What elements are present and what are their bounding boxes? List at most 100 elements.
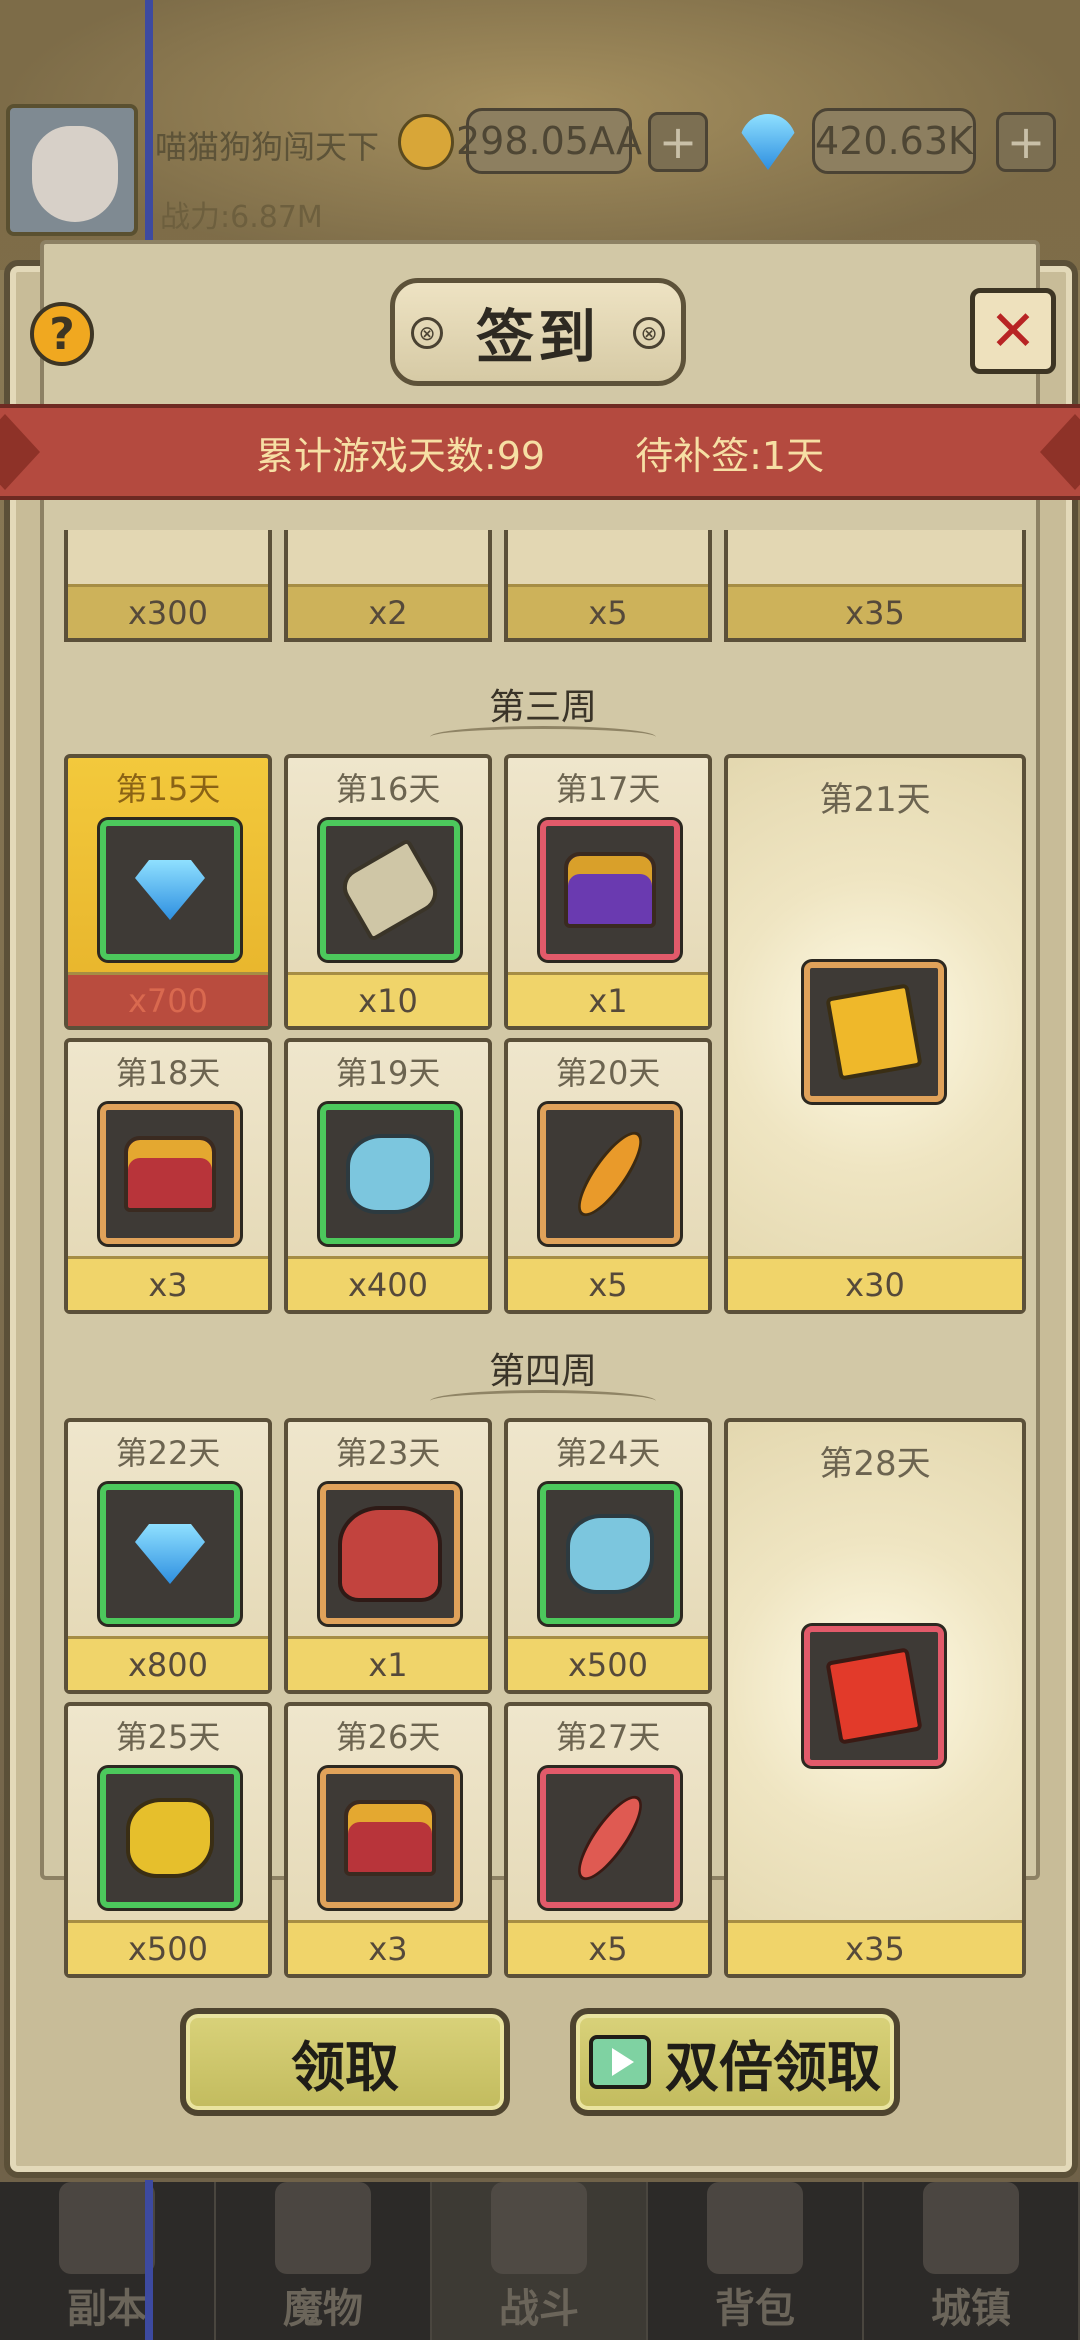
title-ornament-icon: ⊗ [411, 317, 443, 349]
gold-amount: 298.05AA [456, 108, 642, 174]
reward-quantity: x10 [288, 972, 488, 1026]
reward-quantity: x1 [508, 972, 708, 1026]
day-label: 第27天 [555, 1718, 661, 1756]
day-label: 第20天 [555, 1054, 661, 1092]
reward-frame [100, 1484, 240, 1624]
reward-scroll-area[interactable]: x300 x2 x5 x35 第三周 第15天 x700 第16天 x10 第1… [60, 530, 1026, 1980]
gold-coin-icon [398, 114, 454, 170]
day-card-17[interactable]: 第17天 x1 [504, 754, 712, 1030]
add-gold-button[interactable]: + [648, 112, 708, 172]
tab-backpack[interactable]: 背包 [648, 2182, 864, 2340]
day-card-16[interactable]: 第16天 x10 [284, 754, 492, 1030]
reward-frame [320, 1104, 460, 1244]
week-divider [430, 1390, 656, 1412]
checkin-info-bar: 累计游戏天数:99 待补签:1天 [0, 404, 1080, 500]
week-title: 第四周 [488, 1351, 597, 1392]
day-card-18[interactable]: 第18天 x3 [64, 1038, 272, 1314]
puzzle-piece-icon [825, 983, 923, 1081]
reward-frame [540, 1104, 680, 1244]
reward-quantity: x2 [288, 584, 488, 638]
chest-icon [124, 1136, 216, 1212]
reward-frame [100, 1104, 240, 1244]
reward-frame [540, 1484, 680, 1624]
tab-dungeon[interactable]: 副本 [0, 2182, 216, 2340]
tab-label: 战斗 [499, 2286, 579, 2332]
day-card-26[interactable]: 第26天 x3 [284, 1702, 492, 1978]
makeup-checkin-days: 待补签:1天 [635, 433, 825, 478]
reward-frame [100, 1768, 240, 1908]
day-card-25[interactable]: 第25天 x500 [64, 1702, 272, 1978]
add-diamond-button[interactable]: + [996, 112, 1056, 172]
chest-icon [344, 1800, 436, 1876]
day-card-19[interactable]: 第19天 x400 [284, 1038, 492, 1314]
day-card-23[interactable]: 第23天 x1 [284, 1418, 492, 1694]
tab-town[interactable]: 城镇 [864, 2182, 1080, 2340]
day-label: 第24天 [555, 1434, 661, 1472]
help-button[interactable]: ? [30, 302, 94, 366]
backpack-icon [707, 2182, 803, 2274]
reward-card-partial: x2 [284, 530, 492, 642]
tab-label: 魔物 [283, 2286, 363, 2332]
diamond-amount: 420.63K [812, 108, 976, 174]
reward-quantity: x5 [508, 584, 708, 638]
diamond-icon [135, 860, 205, 920]
day-label: 第19天 [335, 1054, 441, 1092]
day-card-22[interactable]: 第22天 x800 [64, 1418, 272, 1694]
crossed-swords-icon [491, 2182, 587, 2274]
title-ornament-icon: ⊗ [633, 317, 665, 349]
player-power: 战力:6.87M [160, 200, 323, 235]
day-label: 第23天 [335, 1434, 441, 1472]
tab-monsters[interactable]: 魔物 [216, 2182, 432, 2340]
video-play-icon [589, 2035, 651, 2089]
reward-frame [540, 1768, 680, 1908]
day-label: 第22天 [115, 1434, 221, 1472]
reward-quantity: x300 [68, 584, 268, 638]
reward-quantity: x5 [508, 1920, 708, 1974]
map-icon [59, 2182, 155, 2274]
day-card-27[interactable]: 第27天 x5 [504, 1702, 712, 1978]
tab-label: 副本 [67, 2286, 147, 2332]
week-title: 第三周 [488, 687, 597, 728]
tab-label: 城镇 [931, 2286, 1011, 2332]
puzzle-piece-icon [825, 1647, 923, 1745]
rune-stone-icon [566, 1514, 654, 1594]
dialog-title: 签到 [475, 303, 600, 371]
avatar-face [32, 126, 118, 222]
total-play-days: 累计游戏天数:99 [255, 433, 546, 478]
feather-icon [567, 1123, 653, 1225]
title-plate: ⊗ 签到 ⊗ [390, 278, 686, 386]
day-label: 第17天 [555, 770, 661, 808]
reward-quantity: x500 [68, 1920, 268, 1974]
day-card-24[interactable]: 第24天 x500 [504, 1418, 712, 1694]
scroll-icon [335, 837, 445, 943]
day-label: 第21天 [819, 780, 931, 820]
reward-quantity: x800 [68, 1636, 268, 1690]
claim-button[interactable]: 领取 [180, 2008, 510, 2116]
decor-stripe [145, 2180, 153, 2340]
decor-stripe [145, 0, 153, 270]
day-card-21[interactable]: 第21天 x30 [724, 754, 1026, 1314]
day-card-15[interactable]: 第15天 x700 [64, 754, 272, 1030]
chest-icon [564, 852, 656, 928]
diamond-icon [135, 1524, 205, 1584]
player-avatar[interactable] [6, 104, 138, 236]
tab-label: 背包 [715, 2286, 795, 2332]
reward-frame [100, 820, 240, 960]
reward-quantity: x1 [288, 1636, 488, 1690]
tab-battle[interactable]: 战斗 [432, 2182, 648, 2340]
reward-quantity: x400 [288, 1256, 488, 1310]
day-label: 第18天 [115, 1054, 221, 1092]
close-button[interactable]: ✕ [970, 288, 1056, 374]
day-label: 第28天 [819, 1444, 931, 1484]
reward-frame [540, 820, 680, 960]
day-card-20[interactable]: 第20天 x5 [504, 1038, 712, 1314]
reward-quantity: x700 [68, 972, 268, 1026]
helmet-icon [275, 2182, 371, 2274]
claim-button-label: 领取 [291, 2035, 399, 2099]
feather-icon [567, 1787, 653, 1889]
reward-quantity: x35 [728, 584, 1022, 638]
double-claim-button[interactable]: 双倍领取 [570, 2008, 900, 2116]
day-card-28[interactable]: 第28天 x35 [724, 1418, 1026, 1978]
reward-quantity: x5 [508, 1256, 708, 1310]
reward-card-partial: x5 [504, 530, 712, 642]
